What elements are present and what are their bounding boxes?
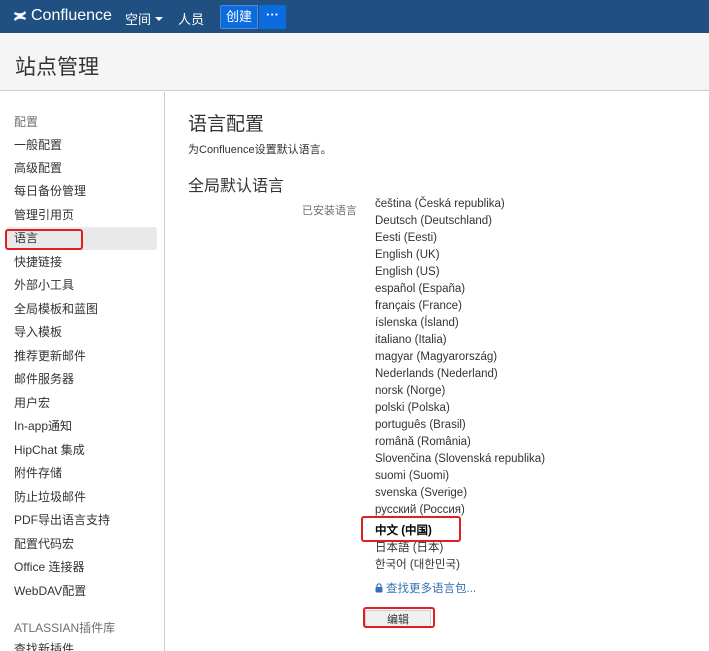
language-option: français (France): [375, 300, 462, 312]
highlight-box-sidebar-language: [5, 229, 83, 250]
find-more-languages-link[interactable]: 查找更多语言包...: [375, 580, 476, 596]
sidebar-item-webdav[interactable]: WebDAV配置: [14, 580, 86, 602]
language-option: italiano (Italia): [375, 334, 447, 346]
sidebar-item-external-gadgets[interactable]: 外部小工具: [14, 274, 74, 296]
sidebar-item-global-templates[interactable]: 全局模板和蓝图: [14, 298, 98, 320]
find-more-languages-label: 查找更多语言包...: [386, 583, 477, 595]
spaces-label: 空间: [125, 12, 152, 27]
top-navigation-bar: Confluence 空间 人员 创建 ···: [0, 0, 709, 33]
sidebar-section-atlassian-marketplace: ATLASSIAN插件库: [14, 621, 116, 635]
sidebar-item-shortcut-links[interactable]: 快捷链接: [14, 251, 62, 273]
sidebar-item-mail-servers[interactable]: 邮件服务器: [14, 368, 74, 390]
section-title: 语言配置: [188, 114, 265, 135]
sidebar-item-find-new-addons[interactable]: 查找新插件: [14, 638, 74, 651]
sidebar-item-import-templates[interactable]: 导入模板: [14, 321, 62, 343]
logo-text: Confluence: [31, 7, 112, 24]
language-option: norsk (Norge): [375, 385, 446, 397]
language-option: Deutsch (Deutschland): [375, 215, 492, 227]
people-link[interactable]: 人员: [178, 9, 204, 28]
sidebar-item-code-macro[interactable]: 配置代码宏: [14, 533, 74, 555]
lock-icon: [375, 583, 383, 593]
page-title: 站点管理: [15, 56, 99, 79]
main-content: 语言配置 为Confluence设置默认语言。 全局默认语言 已安装语言 češ…: [166, 92, 709, 651]
language-option: svenska (Sverige): [375, 487, 468, 499]
sidebar-section-config: 配置: [14, 115, 39, 129]
page-header: 站点管理: [0, 33, 709, 91]
sidebar-item-recommended-updates[interactable]: 推荐更新邮件: [14, 345, 86, 367]
sidebar-item-spam-prevention[interactable]: 防止垃圾邮件: [14, 486, 86, 508]
create-more-button[interactable]: ···: [259, 5, 286, 29]
sidebar-item-pdf-export-language[interactable]: PDF导出语言支持: [14, 509, 110, 531]
sidebar-item-general-config[interactable]: 一般配置: [14, 134, 62, 156]
sidebar-item-user-macros[interactable]: 用户宏: [14, 392, 50, 414]
language-option: magyar (Magyarország): [375, 351, 498, 363]
language-option: polski (Polska): [375, 402, 450, 414]
language-option: Eesti (Eesti): [375, 232, 437, 244]
create-button[interactable]: 创建: [220, 5, 258, 29]
spaces-menu[interactable]: 空间: [125, 9, 164, 28]
language-option: português (Brasil): [375, 419, 466, 431]
global-default-language-heading: 全局默认语言: [188, 178, 285, 195]
language-option: suomi (Suomi): [375, 470, 450, 482]
highlight-box-selected-language: [361, 516, 461, 542]
language-option: română (România): [375, 436, 471, 448]
sidebar-item-office-connector[interactable]: Office 连接器: [14, 556, 84, 578]
section-description: 为Confluence设置默认语言。: [188, 144, 332, 156]
sidebar-item-advanced-config[interactable]: 高级配置: [14, 157, 62, 179]
sidebar-item-attachment-storage[interactable]: 附件存储: [14, 462, 62, 484]
language-option: íslenska (Ísland): [375, 317, 459, 329]
installed-languages-label: 已安装语言: [302, 205, 357, 217]
language-option: English (UK): [375, 249, 440, 261]
confluence-logo[interactable]: Confluence: [13, 5, 112, 27]
language-option: español (España): [375, 283, 466, 295]
language-option: Slovenčina (Slovenská republika): [375, 453, 546, 465]
language-option: 日本語 (日本): [375, 542, 444, 554]
chevron-down-icon: [155, 16, 164, 21]
sidebar-item-daily-backup[interactable]: 每日备份管理: [14, 180, 86, 202]
language-option: Nederlands (Nederland): [375, 368, 498, 380]
sidebar-item-hipchat[interactable]: HipChat 集成: [14, 439, 85, 461]
language-option: 한국어 (대한민국): [375, 559, 460, 571]
confluence-logo-icon: [14, 11, 26, 21]
highlight-box-edit-button: [363, 607, 435, 628]
admin-sidebar: 配置 一般配置 高级配置 每日备份管理 管理引用页 语言 快捷链接 外部小工具 …: [0, 92, 165, 651]
language-option: English (US): [375, 266, 440, 278]
language-option: čeština (Česká republika): [375, 198, 505, 210]
sidebar-item-in-app-notifications[interactable]: In-app通知: [14, 415, 72, 437]
sidebar-item-referral-pages[interactable]: 管理引用页: [14, 204, 74, 226]
